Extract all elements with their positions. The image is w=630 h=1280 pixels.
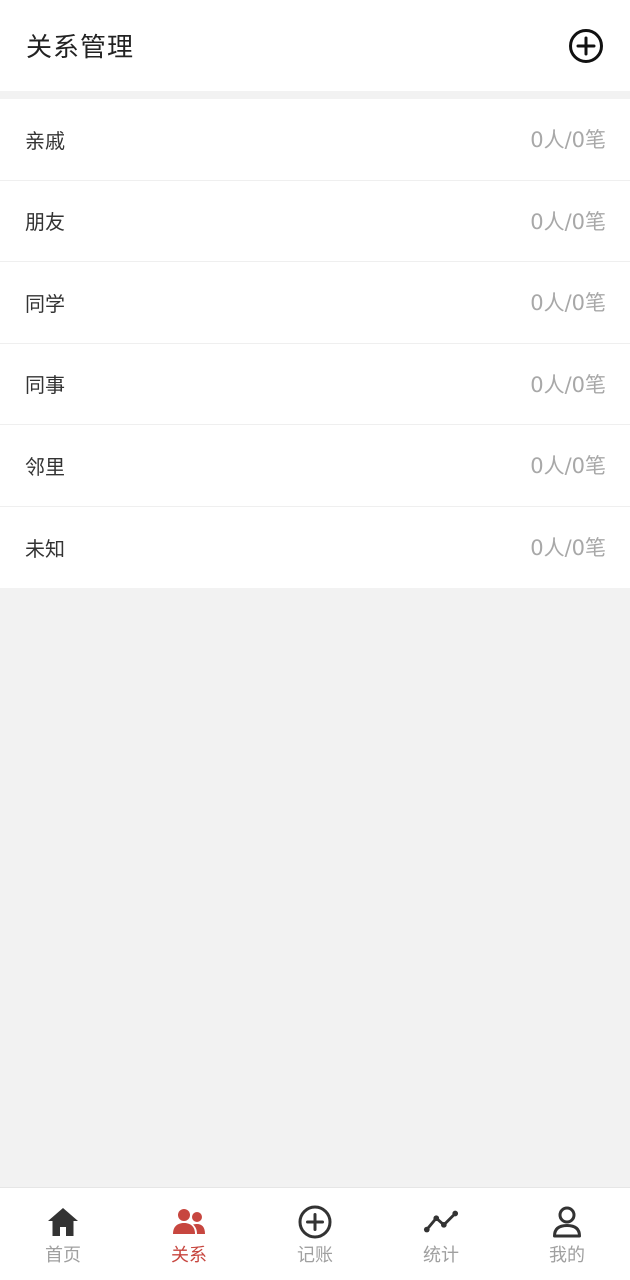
- relation-row-neighbors[interactable]: 邻里 0人/0笔: [0, 425, 630, 507]
- tab-label: 关系: [171, 1245, 207, 1266]
- relation-label: 未知: [25, 536, 65, 561]
- app-root: 关系管理 亲戚 0人/0笔 朋友 0人/0笔 同学 0人/0笔 同事 0人/0笔…: [0, 0, 630, 1280]
- relation-label: 同事: [25, 373, 65, 398]
- relation-stat: 0人/0笔: [530, 128, 606, 153]
- relation-row-colleagues[interactable]: 同事 0人/0笔: [0, 344, 630, 425]
- relation-row-unknown[interactable]: 未知 0人/0笔: [0, 507, 630, 589]
- relation-stat: 0人/0笔: [530, 536, 606, 561]
- plus-circle-icon: [298, 1205, 332, 1239]
- relation-stat: 0人/0笔: [530, 291, 606, 316]
- tab-profile[interactable]: 我的: [504, 1188, 630, 1280]
- relation-label: 同学: [25, 291, 65, 316]
- relation-list: 亲戚 0人/0笔 朋友 0人/0笔 同学 0人/0笔 同事 0人/0笔 邻里 0…: [0, 99, 630, 588]
- relation-stat: 0人/0笔: [530, 454, 606, 479]
- plus-circle-icon: [569, 28, 603, 63]
- people-icon: [173, 1209, 205, 1234]
- home-icon: [48, 1208, 78, 1236]
- tab-label: 首页: [45, 1245, 81, 1266]
- trend-line-icon: [423, 1210, 459, 1233]
- tab-label: 统计: [423, 1245, 459, 1266]
- relation-row-classmates[interactable]: 同学 0人/0笔: [0, 262, 630, 344]
- relation-row-relatives[interactable]: 亲戚 0人/0笔: [0, 99, 630, 181]
- relation-label: 亲戚: [25, 128, 65, 153]
- relation-row-friends[interactable]: 朋友 0人/0笔: [0, 181, 630, 262]
- relation-label: 邻里: [25, 454, 65, 479]
- tab-bookkeeping[interactable]: 记账: [252, 1188, 378, 1280]
- page-title: 关系管理: [26, 33, 135, 63]
- relation-stat: 0人/0笔: [530, 209, 606, 234]
- relation-stat: 0人/0笔: [530, 372, 606, 397]
- tab-statistics[interactable]: 统计: [378, 1188, 504, 1280]
- bottom-tab-bar: 首页 关系 记账 统计 我的: [0, 1187, 630, 1280]
- user-icon: [553, 1206, 581, 1238]
- add-relation-button[interactable]: [566, 26, 606, 66]
- relation-label: 朋友: [25, 210, 65, 235]
- top-bar: 关系管理: [0, 0, 630, 91]
- tab-relations[interactable]: 关系: [126, 1188, 252, 1280]
- tab-label: 记账: [297, 1245, 333, 1266]
- tab-label: 我的: [549, 1245, 585, 1266]
- tab-home[interactable]: 首页: [0, 1188, 126, 1280]
